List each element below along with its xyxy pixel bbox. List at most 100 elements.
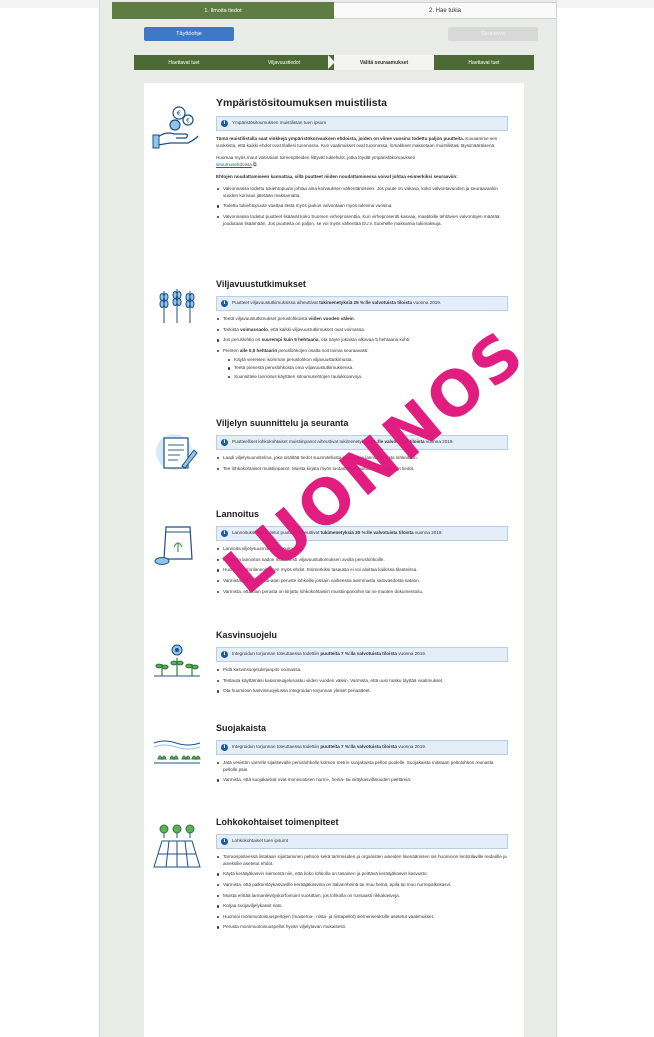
fill-instructions-button[interactable]: Täyttöohje bbox=[144, 27, 234, 41]
list-text: , ota näyte jokaista alkavaa 5 hehtaaria… bbox=[318, 337, 411, 343]
info-icon: i bbox=[221, 299, 228, 307]
section-body: Suojakaista i Integroidun torjunnan toteu… bbox=[216, 723, 508, 788]
list-item: Testauta käyttämäsi kasvinsuojeluruisku … bbox=[216, 678, 508, 685]
paragraph: Huomaa myös muut voitissiani toimenpitei… bbox=[216, 155, 508, 169]
list-item: Tarkista voimassaolo, että kaikki viljav… bbox=[216, 327, 508, 334]
list-text: Jos peruslohko on bbox=[223, 337, 262, 343]
paragraph-bold: Ehtojen noudattamiseen kannattaa, sillä … bbox=[216, 174, 458, 180]
breadcrumb-label: Viljavuustiedot bbox=[267, 59, 301, 66]
bullet-list: Tarraospisteessä listataan sijoittaminen… bbox=[216, 854, 508, 931]
plants-icon bbox=[152, 636, 202, 686]
breadcrumb-item[interactable]: Haettavat tuet bbox=[434, 55, 534, 70]
bullet-list: Teetä viljavuustutkimukset peruslohkoist… bbox=[216, 316, 508, 381]
section-title: Kasvinsuojelu bbox=[216, 630, 278, 640]
info-box: i Lannoituksessa todetut puutteet aiheutt… bbox=[216, 526, 508, 541]
list-bold: viiden vuoden välein bbox=[308, 315, 354, 321]
list-text: , että kaikki viljavuustutkimukset ovat … bbox=[267, 326, 365, 332]
next-button[interactable]: Seuraava bbox=[448, 27, 538, 41]
info-text: vuonna 2019. bbox=[414, 530, 443, 535]
info-bold: tukimenetyksiä 20 %:lle valvotuista tilo… bbox=[320, 530, 414, 535]
list-item: Jos peruslohko on suurempi kuin 5 hehtaa… bbox=[216, 337, 508, 344]
field-trees-icon bbox=[152, 821, 202, 871]
info-box: i Puutteet viljavuustutkimuksissa aiheutt… bbox=[216, 296, 508, 311]
wheat-icon bbox=[152, 283, 202, 333]
bullet-list: Valvonnassa todettu tukiehtopuute johtaa… bbox=[216, 186, 508, 227]
list-item: Teetä viljavuustutkimukset peruslohkoist… bbox=[216, 316, 508, 323]
list-item: Lannoita viljelysuunnitelman mukaisesti. bbox=[216, 546, 508, 553]
list-bold: alle 0,5 hehtaarin bbox=[239, 347, 278, 353]
breadcrumb-item[interactable]: Viljavuustiedot bbox=[234, 55, 335, 70]
list-item: Kohdista lannoitus sadon mukaisesti vilj… bbox=[216, 557, 508, 564]
info-bold: puutteita 7 %:lla valvotuista tiloista bbox=[320, 651, 397, 656]
bullet-list: Lannoita viljelysuunnitelman mukaisesti.… bbox=[216, 546, 508, 595]
svg-text:€: € bbox=[186, 118, 190, 125]
paragraph-bold: Tämä muistilistalla saat vinkkejä ympäri… bbox=[216, 135, 465, 141]
paragraph: Ehtojen noudattamiseen kannattaa, sillä … bbox=[216, 174, 508, 181]
info-text: vuonna 2019. bbox=[425, 439, 454, 444]
list-item: Perusta monimuotoisuuspellot hyvän vilje… bbox=[216, 924, 508, 931]
list-item: Muista erittää lannanlevityskorfomuint v… bbox=[216, 893, 508, 900]
list-item: Varmista, että suojakaistat ovat monivuo… bbox=[216, 777, 508, 784]
list-item: Todettu tukiehtopuute vaattaa tästä myös… bbox=[216, 203, 508, 210]
info-text: Lannoituksessa todetut puutteet aiheutti… bbox=[232, 530, 320, 535]
tab-step-2[interactable]: 2. Hae tukia bbox=[334, 2, 557, 19]
content-panel: € € Ympäristösitoumuksen muistilista i Ym… bbox=[144, 83, 524, 1037]
list-text: Teetä viljavuustutkimukset peruslohkoist… bbox=[223, 315, 309, 321]
section-body: Ympäristösitoumuksen muistilista i Ympäri… bbox=[216, 97, 508, 231]
external-link-icon: ⧉ bbox=[253, 161, 257, 168]
list-item: Varmista, että tukipinta-alan peruste lo… bbox=[216, 578, 508, 585]
list-item: Tee lohkokohtaiset muistiinpanot. Muista… bbox=[216, 466, 508, 473]
section-body: Lohkokohtaiset toimenpiteet i Lohkokohtai… bbox=[216, 817, 508, 935]
section-title: Ympäristösitoumuksen muistilista bbox=[216, 97, 387, 109]
list-item: Käytä kerääjäkasvin siementä niin, että … bbox=[216, 871, 508, 878]
paragraph: Tämä muistilistalla saat vinkkejä ympäri… bbox=[216, 136, 508, 150]
section-title: Suojakaista bbox=[216, 723, 267, 733]
svg-text:€: € bbox=[177, 110, 181, 118]
list-item: Varmista, että palkomlöykasvaville kerää… bbox=[216, 882, 508, 889]
list-item: Tarraospisteessä listataan sijoittaminen… bbox=[216, 854, 508, 867]
section-body: Viljavuustutkimukset i Puutteet viljavuus… bbox=[216, 279, 508, 384]
breadcrumb-item[interactable]: Haettavat tuet bbox=[134, 55, 234, 70]
info-box: i Integroidun torjunnan toteuttaessa tode… bbox=[216, 740, 508, 755]
list-item: Varmista, että tilan perusta on kirjattu… bbox=[216, 589, 508, 596]
tab-step-1[interactable]: 1. Ilmoita tiedot bbox=[112, 2, 334, 19]
hand-coins-icon: € € bbox=[152, 103, 202, 153]
list-item: Pidä kasvinsuojelukirjanpito voimassa. bbox=[216, 667, 508, 674]
step-tabs: 1. Ilmoita tiedot 2. Hae tukia bbox=[112, 2, 557, 19]
breadcrumb: Haettavat tuet Viljavuustiedot Välitä se… bbox=[134, 55, 534, 70]
info-icon: i bbox=[221, 529, 228, 537]
bullet-list: Laadi viljelysuunnitelma, joka sisältää … bbox=[216, 455, 508, 472]
bullet-list: Jätä vesistön varrelle sijaitsevalle per… bbox=[216, 760, 508, 784]
info-icon: i bbox=[221, 438, 228, 446]
info-icon: i bbox=[221, 119, 228, 127]
info-text: Puutteet viljavuustutkimuksissa aiheutti… bbox=[232, 300, 318, 305]
list-item: Pienten alle 0,5 hehtaarin peruslohkojen… bbox=[216, 348, 508, 381]
info-text: Lohkokohtaiset tuen ipsumt bbox=[232, 838, 288, 843]
breadcrumb-label: Haettavat tuet bbox=[168, 59, 200, 66]
info-box: i Puutteelliset lohkokohtaiset muistiinpa… bbox=[216, 435, 508, 450]
sub-list: Käytä viereisen isomman peruslohkon vilj… bbox=[227, 357, 508, 381]
commitment-terms-link[interactable]: sitoumusehdoista bbox=[216, 162, 252, 167]
buffer-strip-icon bbox=[152, 729, 202, 779]
info-bold: puutteita 7 %:lla valvotuista tiloista bbox=[320, 744, 397, 749]
list-bold: suurempi kuin 5 hehtaaria bbox=[261, 337, 319, 343]
section-body: Lannoitus i Lannoituksessa todetut puutte… bbox=[216, 509, 508, 599]
info-bold: tukimenetyksiä 25 %:lle valvotuista tilo… bbox=[319, 300, 413, 305]
section-title: Viljavuustutkimukset bbox=[216, 279, 306, 289]
info-text: vuonna 2019. bbox=[413, 300, 442, 305]
list-item: Valvonnassa todettu tukiehtopuute johtaa… bbox=[216, 186, 508, 199]
info-icon: i bbox=[221, 650, 228, 658]
list-text: Tarkista bbox=[223, 326, 241, 332]
list-text: peruslohkojen osalta voit toimia seuraav… bbox=[277, 347, 369, 353]
section-title: Viljelyn suunnittelu ja seuranta bbox=[216, 418, 349, 428]
list-bold: voimassaolo bbox=[240, 326, 268, 332]
info-bold: % :lle valvotuista tiloista bbox=[371, 439, 425, 444]
info-box: i Integroidun torjunnan toteuttaessa tode… bbox=[216, 647, 508, 662]
list-item: Jätä vesistön varrelle sijaitsevalle per… bbox=[216, 760, 508, 773]
info-text: Puutteelliset lohkokohtaiset muistiinpan… bbox=[232, 439, 370, 444]
section-body: Viljelyn suunnittelu ja seuranta i Puutte… bbox=[216, 418, 508, 476]
info-icon: i bbox=[221, 837, 228, 845]
breadcrumb-label: Haettavat tuet bbox=[468, 59, 500, 66]
info-box: i Lohkokohtaiset tuen ipsumt bbox=[216, 834, 508, 849]
list-item: Korjaa suojaviljelykasvit sato. bbox=[216, 903, 508, 910]
